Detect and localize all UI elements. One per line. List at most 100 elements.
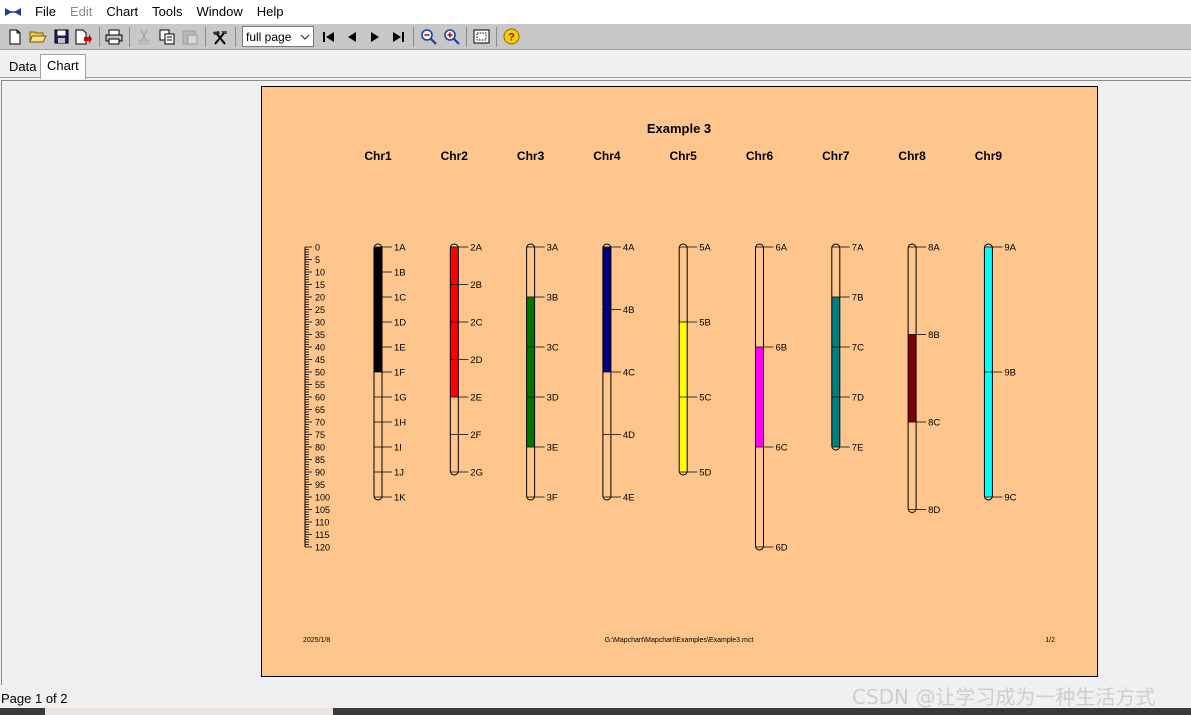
chart-page[interactable]: Example 3 0 5 10 15 20 25 30 35 40 45 50 55 60 65 70 75 8… [261,86,1098,677]
toolbar: full page ? [0,24,1191,50]
toolbar-separator [99,26,100,47]
open-button[interactable] [27,26,49,48]
footer-page: 1/2 [1045,637,1055,644]
scale-tick-label: 45 [315,355,325,365]
marker-label: 5B [699,318,711,329]
toolbar-separator [413,26,414,47]
zoom-select[interactable]: full page [242,26,314,47]
menu-bar: File Edit Chart Tools Window Help [0,0,1191,24]
menu-chart[interactable]: Chart [99,0,145,24]
taskbar-thumbnail [45,708,333,715]
marker-label: 9B [1004,368,1016,379]
marker-label: 5C [699,393,711,404]
scale-tick-label: 15 [315,280,325,290]
toolbar-separator [466,26,467,47]
chromosome-highlight-segment [374,247,382,372]
marker-label: 2E [470,393,482,404]
help-icon: ? [503,28,519,45]
marker-label: 2F [470,430,481,441]
marker-label: 2A [470,243,482,254]
first-page-button[interactable] [318,26,340,48]
help-button[interactable]: ? [500,26,522,48]
scale-tick-label: 65 [315,405,325,415]
chevron-down-icon [300,34,310,40]
zoom-in-icon [443,29,460,45]
chromosome-name: Chr7 [822,149,850,163]
watermark: CSDN @让学习成为一种生活方式 [852,685,1156,709]
marker-label: 6C [776,443,788,454]
menu-edit[interactable]: Edit [63,0,99,24]
print-button[interactable] [103,26,125,48]
toolbar-separator [205,26,206,47]
toolbar-separator [129,26,130,47]
chromosome-name: Chr1 [364,149,392,163]
menu-window[interactable]: Window [190,0,250,24]
marker-label: 9C [1004,493,1016,504]
fit-page-button[interactable] [470,26,492,48]
tab-data[interactable]: Data [3,56,42,80]
cut-icon [138,29,150,44]
marker-label: 2B [470,280,482,291]
save-button[interactable] [50,26,72,48]
scale-tick-label: 120 [315,543,330,553]
scale-tick-label: 95 [315,480,325,490]
marker-label: 1K [394,493,406,504]
chromosome-name: Chr6 [746,149,774,163]
marker-label: 1F [394,368,405,379]
paste-icon [182,30,198,44]
scale-tick-label: 20 [315,293,325,303]
marker-label: 6D [776,543,788,554]
marker-label: 1E [394,343,406,354]
marker-label: 1H [394,418,406,429]
scale-tick-label: 55 [315,380,325,390]
zoom-in-button[interactable] [440,26,462,48]
scale-tick-label: 75 [315,430,325,440]
zoom-select-value: full page [246,29,292,44]
toolbar-separator [496,26,497,47]
scale-tick-label: 40 [315,343,325,353]
footer-date: 2025/1/8 [303,637,330,644]
last-page-button[interactable] [387,26,409,48]
marker-label: 1J [394,468,404,479]
previous-page-button[interactable] [341,26,363,48]
chromosome-highlight-segment [755,347,764,447]
marker-label: 4B [623,305,635,316]
chromosome-name: Chr4 [593,149,621,163]
scale-tick-label: 100 [315,493,330,503]
scale-tick-label: 70 [315,418,325,428]
save-icon [54,29,68,44]
marker-label: 3B [547,293,559,304]
tools-icon [213,30,227,45]
marker-label: 1G [394,393,407,404]
scale-tick-label: 60 [315,393,325,403]
menu-file[interactable]: File [28,0,63,24]
copy-icon [159,29,174,44]
print-icon [105,29,123,44]
marker-label: 3A [547,243,559,254]
marker-label: 2D [470,355,482,366]
page-indicator: Page 1 of 2 [1,691,68,706]
scale-tick-label: 10 [315,268,325,278]
marker-label: 4C [623,368,635,379]
copy-button[interactable] [156,26,178,48]
cut-button[interactable] [133,26,155,48]
marker-label: 8C [928,418,940,429]
next-page-icon [371,31,379,42]
zoom-out-button[interactable] [417,26,439,48]
marker-label: 3C [547,343,559,354]
scale-tick-label: 35 [315,330,325,340]
tools-button[interactable] [209,26,231,48]
export-button[interactable] [73,26,95,48]
menu-help[interactable]: Help [250,0,291,24]
menu-tools[interactable]: Tools [145,0,189,24]
footer-filepath: G:\Mapchart\Mapchart\Examples\Example3.m… [605,637,754,644]
tab-chart[interactable]: Chart [40,54,86,79]
marker-label: 8A [928,243,940,254]
new-file-button[interactable] [4,26,26,48]
zoom-out-icon [420,29,437,45]
paste-button[interactable] [179,26,201,48]
marker-label: 2G [470,468,483,479]
chromosome-chart: Example 3 0 5 10 15 20 25 30 35 40 45 50 55 60 65 70 75 8… [303,121,1055,644]
next-page-button[interactable] [364,26,386,48]
chromosome-name: Chr5 [670,149,698,163]
